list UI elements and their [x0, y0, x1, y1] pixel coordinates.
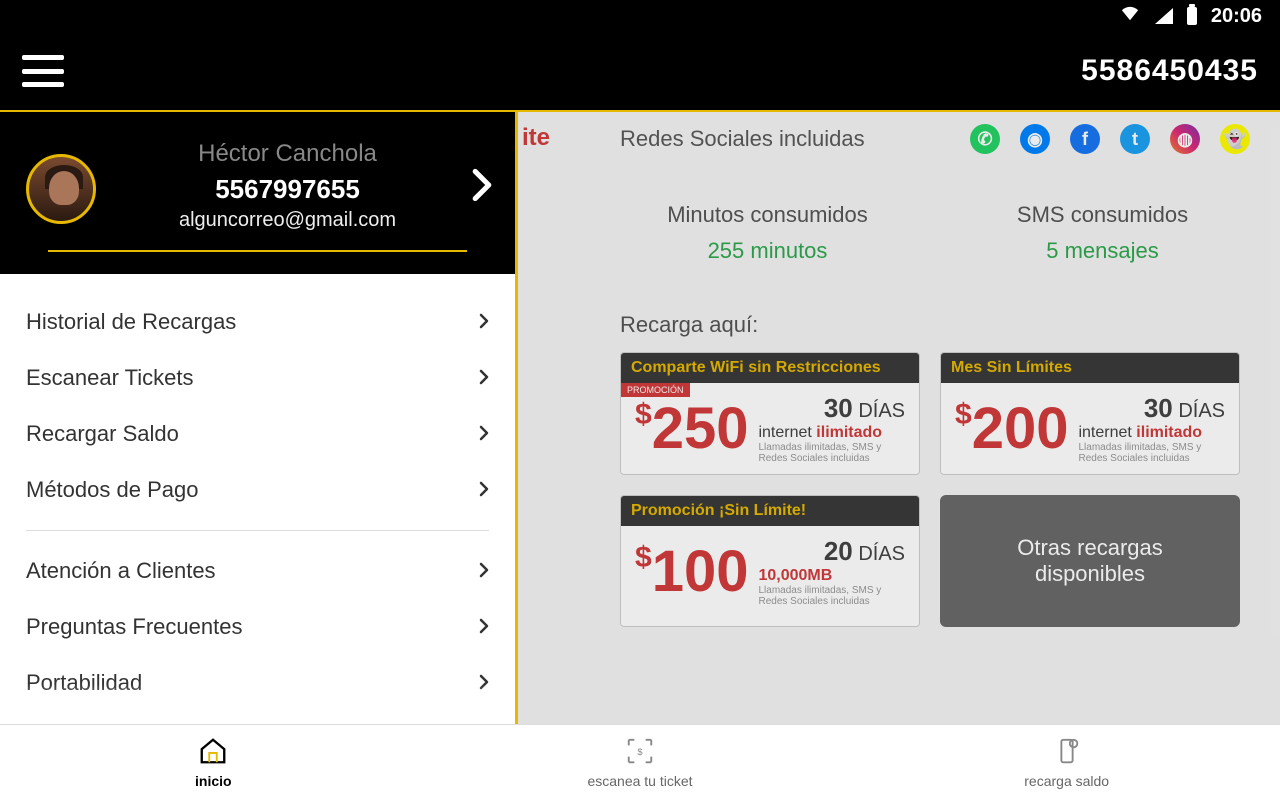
menu-label: Preguntas Frecuentes: [26, 614, 242, 640]
tab-escanea[interactable]: $ escanea tu ticket: [427, 725, 854, 800]
menu-item-recargar[interactable]: Recargar Saldo: [26, 406, 489, 462]
account-phone: 5586450435: [1081, 54, 1258, 88]
menu-label: Recargar Saldo: [26, 421, 179, 447]
chevron-right-icon: [471, 168, 493, 207]
recharge-card[interactable]: Mes Sin Límites $200 30 DÍAS internet il…: [940, 352, 1240, 475]
menu-item-escanear[interactable]: Escanear Tickets: [26, 350, 489, 406]
messenger-icon: ◉: [1020, 124, 1050, 154]
instagram-icon: ◍: [1170, 124, 1200, 154]
clock: 20:06: [1211, 5, 1262, 28]
menu-item-faq[interactable]: Preguntas Frecuentes: [26, 599, 489, 655]
social-row: Redes Sociales incluidas ✆ ◉ f t ◍ 👻: [620, 124, 1250, 154]
menu-button[interactable]: [22, 55, 64, 87]
twitter-icon: t: [1120, 124, 1150, 154]
tab-label: inicio: [195, 773, 232, 789]
scan-ticket-icon: $: [625, 736, 655, 769]
card-price: $250: [635, 400, 748, 458]
sms-col: SMS consumidos 5 mensajes: [955, 202, 1250, 264]
tab-label: escanea tu ticket: [587, 773, 692, 789]
chevron-right-icon: [479, 309, 489, 335]
card-title: Comparte WiFi sin Restricciones: [621, 353, 919, 383]
card-days: 20 DÍAS: [758, 536, 905, 567]
divider: [26, 723, 489, 724]
card-fineprint: Llamadas ilimitadas, SMS y Redes Sociale…: [1078, 442, 1225, 464]
sms-value: 5 mensajes: [955, 238, 1250, 264]
snapchat-icon: 👻: [1220, 124, 1250, 154]
sms-label: SMS consumidos: [955, 202, 1250, 228]
card-fineprint: Llamadas ilimitadas, SMS y Redes Sociale…: [758, 585, 905, 607]
menu-group-2: Atención a Clientes Preguntas Frecuentes…: [0, 543, 515, 711]
card-data: 10,000MB: [758, 567, 905, 585]
menu-label: Métodos de Pago: [26, 477, 198, 503]
minutes-col: Minutos consumidos 255 minutos: [620, 202, 915, 264]
navigation-drawer: Héctor Canchola 5567997655 alguncorreo@g…: [0, 112, 518, 724]
peek-text: ite: [522, 124, 550, 152]
chevron-right-icon: [479, 421, 489, 447]
card-days: 30 DÍAS: [1078, 393, 1225, 424]
card-title: Promoción ¡Sin Límite!: [621, 496, 919, 526]
card-data: internet ilimitado: [758, 424, 905, 442]
menu-item-historial[interactable]: Historial de Recargas: [26, 294, 489, 350]
promo-tag: PROMOCIÓN: [621, 383, 690, 397]
divider: [26, 530, 489, 531]
home-icon: [198, 736, 228, 769]
menu-label: Escanear Tickets: [26, 365, 194, 391]
profile-name: Héctor Canchola: [84, 140, 491, 168]
minutes-label: Minutos consumidos: [620, 202, 915, 228]
tab-inicio[interactable]: inicio: [0, 725, 427, 800]
recharge-card[interactable]: Comparte WiFi sin Restricciones PROMOCIÓ…: [620, 352, 920, 475]
menu-label: Historial de Recargas: [26, 309, 236, 335]
card-title: Mes Sin Límites: [941, 353, 1239, 383]
more-recharges-button[interactable]: Otras recargas disponibles: [940, 495, 1240, 627]
bottom-nav: inicio $ escanea tu ticket recarga saldo: [0, 724, 1280, 800]
battery-icon: [1187, 7, 1197, 25]
whatsapp-icon: ✆: [970, 124, 1000, 154]
tab-label: recarga saldo: [1024, 773, 1109, 789]
drawer-profile[interactable]: Héctor Canchola 5567997655 alguncorreo@g…: [0, 112, 515, 274]
menu-group-1: Historial de Recargas Escanear Tickets R…: [0, 294, 515, 518]
chevron-right-icon: [479, 614, 489, 640]
recharge-here-label: Recarga aquí:: [620, 312, 758, 338]
profile-phone: 5567997655: [84, 174, 491, 205]
app-bar: 5586450435: [0, 32, 1280, 112]
chevron-right-icon: [479, 477, 489, 503]
menu-label: Portabilidad: [26, 670, 142, 696]
card-data: internet ilimitado: [1078, 424, 1225, 442]
minutes-value: 255 minutos: [620, 238, 915, 264]
chevron-right-icon: [479, 558, 489, 584]
menu-item-atencion[interactable]: Atención a Clientes: [26, 543, 489, 599]
facebook-icon: f: [1070, 124, 1100, 154]
card-fineprint: Llamadas ilimitadas, SMS y Redes Sociale…: [758, 442, 905, 464]
cell-signal-icon: [1155, 8, 1173, 24]
wifi-icon: [1119, 4, 1141, 28]
svg-text:$: $: [637, 747, 643, 757]
menu-label: Atención a Clientes: [26, 558, 216, 584]
card-price: $200: [955, 400, 1068, 458]
profile-email: alguncorreo@gmail.com: [84, 209, 491, 232]
chevron-right-icon: [479, 365, 489, 391]
social-label: Redes Sociales incluidas: [620, 126, 865, 152]
chevron-right-icon: [479, 670, 489, 696]
card-price: $100: [635, 543, 748, 601]
card-days: 30 DÍAS: [758, 393, 905, 424]
tab-recarga[interactable]: recarga saldo: [853, 725, 1280, 800]
status-bar: 20:06: [0, 0, 1280, 32]
consumption-row: Minutos consumidos 255 minutos SMS consu…: [620, 202, 1250, 264]
menu-item-portabilidad[interactable]: Portabilidad: [26, 655, 489, 711]
recharge-cards: Comparte WiFi sin Restricciones PROMOCIÓ…: [620, 352, 1250, 627]
recharge-card[interactable]: Promoción ¡Sin Límite! $100 20 DÍAS 10,0…: [620, 495, 920, 627]
avatar: [26, 154, 96, 224]
menu-item-metodos-pago[interactable]: Métodos de Pago: [26, 462, 489, 518]
phone-recharge-icon: [1052, 736, 1082, 769]
